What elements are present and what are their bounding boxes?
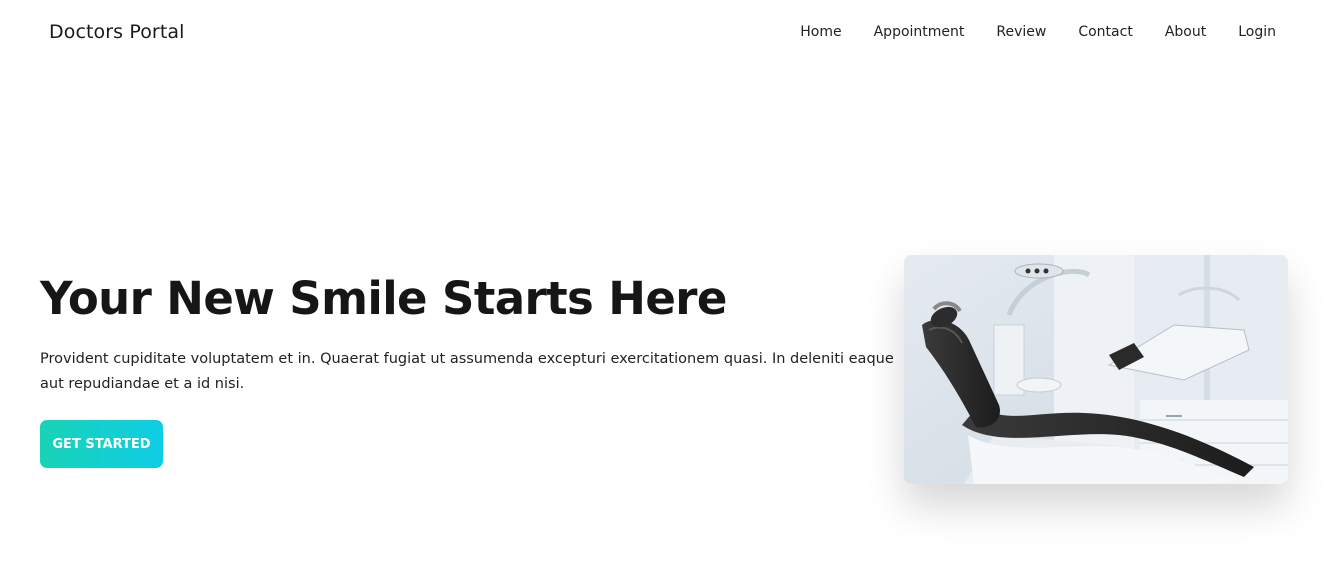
get-started-button[interactable]: GET STARTED bbox=[40, 420, 163, 468]
nav-link-review[interactable]: Review bbox=[996, 24, 1046, 40]
nav-link-appointment[interactable]: Appointment bbox=[874, 24, 965, 40]
hero-description: Provident cupiditate voluptatem et in. Q… bbox=[40, 351, 894, 392]
dental-chair-photo-icon bbox=[904, 255, 1288, 484]
nav-link-contact[interactable]: Contact bbox=[1078, 24, 1132, 40]
hero-section: Your New Smile Starts Here Provident cup… bbox=[40, 270, 900, 468]
brand-logo[interactable]: Doctors Portal bbox=[49, 21, 185, 43]
dental-chair-image bbox=[904, 255, 1288, 484]
nav-link-about[interactable]: About bbox=[1165, 24, 1206, 40]
nav-link-home[interactable]: Home bbox=[800, 24, 841, 40]
main-nav: Home Appointment Review Contact About Lo… bbox=[768, 24, 1276, 40]
navbar: Doctors Portal Home Appointment Review C… bbox=[0, 0, 1336, 66]
nav-link-login[interactable]: Login bbox=[1238, 24, 1276, 40]
hero-title: Your New Smile Starts Here bbox=[40, 272, 727, 325]
